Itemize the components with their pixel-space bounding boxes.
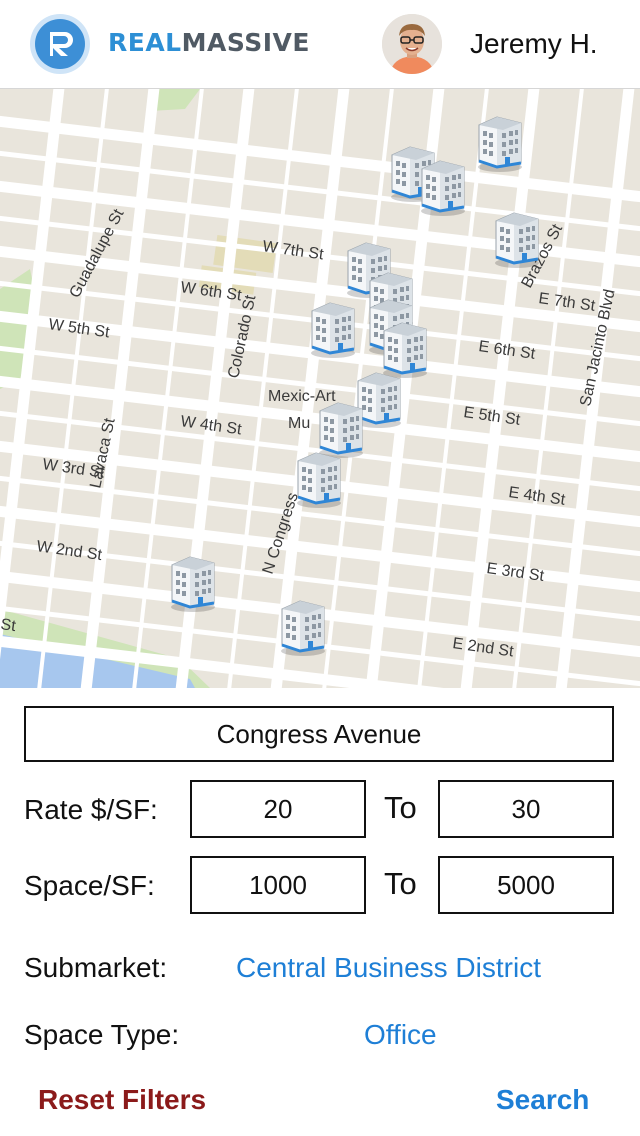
rate-max-field[interactable]: 30: [438, 780, 614, 838]
building-marker[interactable]: [169, 555, 217, 614]
rate-min-field[interactable]: 20: [190, 780, 366, 838]
location-search-input[interactable]: Congress Avenue: [24, 706, 614, 762]
building-marker[interactable]: [493, 211, 541, 270]
poi-label: Mu: [288, 415, 310, 432]
building-marker[interactable]: [309, 301, 357, 360]
building-marker[interactable]: [295, 451, 343, 510]
brand-part-massive: MASSIVE: [181, 28, 310, 57]
building-marker[interactable]: [419, 159, 467, 218]
street-label: St: [0, 616, 17, 635]
building-marker[interactable]: [317, 401, 365, 460]
search-button[interactable]: Search: [496, 1084, 589, 1116]
brand-part-real: REAL: [108, 28, 182, 57]
realmassive-logo-icon: [30, 14, 90, 74]
space-type-selector[interactable]: Office: [364, 1019, 437, 1051]
app-header: REALMASSIVE Jeremy H.: [0, 0, 640, 89]
rate-label: Rate $/SF:: [24, 794, 158, 825]
submarket-label: Submarket:: [24, 952, 168, 983]
map-view[interactable]: W 7th St W 6th St W 5th St W 4th St W 3r…: [0, 89, 640, 688]
submarket-selector[interactable]: Central Business District: [236, 952, 541, 984]
space-to-label: To: [384, 866, 417, 901]
building-marker[interactable]: [355, 371, 403, 430]
user-name[interactable]: Jeremy H.: [470, 28, 598, 60]
brand-wordmark: REALMASSIVE: [108, 28, 310, 57]
user-avatar[interactable]: [382, 14, 442, 74]
space-label: Space/SF:: [24, 870, 155, 901]
building-marker[interactable]: [279, 599, 327, 658]
rate-to-label: To: [384, 790, 417, 825]
space-type-label: Space Type:: [24, 1019, 180, 1050]
space-max-field[interactable]: 5000: [438, 856, 614, 914]
building-marker[interactable]: [476, 115, 524, 174]
reset-filters-button[interactable]: Reset Filters: [38, 1084, 206, 1116]
building-marker[interactable]: [381, 321, 429, 380]
poi-label: Mexic-Art: [268, 388, 336, 405]
space-min-field[interactable]: 1000: [190, 856, 366, 914]
